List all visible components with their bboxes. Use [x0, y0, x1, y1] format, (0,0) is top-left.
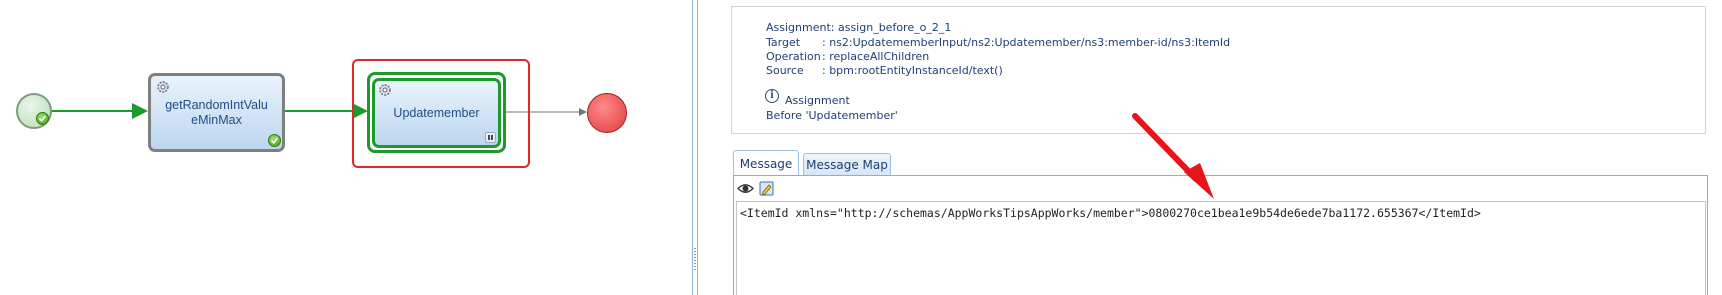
check-icon	[36, 112, 49, 125]
task-label: Updatemember	[393, 105, 480, 120]
edit-icon[interactable]	[758, 180, 775, 197]
splitter-grip[interactable]	[694, 248, 696, 270]
assignment-row: Assignment: assign_before_o_2_1	[766, 21, 952, 34]
start-event[interactable]	[16, 93, 52, 129]
message-panel: <ItemId xmlns="http://schemas/AppWorksTi…	[733, 175, 1708, 295]
message-editor[interactable]: <ItemId xmlns="http://schemas/AppWorksTi…	[736, 201, 1706, 295]
gear-icon	[379, 84, 391, 96]
end-event[interactable]	[587, 93, 627, 133]
task-updatemember[interactable]: Updatemember	[372, 78, 501, 148]
gear-icon	[157, 81, 169, 93]
info-icon: i	[765, 89, 779, 103]
tab-message-map[interactable]: Message Map	[803, 153, 891, 175]
message-toolbar	[734, 176, 1707, 200]
panel-splitter[interactable]	[692, 0, 698, 295]
eye-icon[interactable]	[737, 180, 754, 197]
task-label: getRandomIntValu eMinMax	[165, 97, 268, 127]
pause-icon[interactable]	[485, 132, 496, 143]
info-subtitle: Before 'Updatemember'	[766, 109, 898, 122]
operation-row: Operation: replaceAllChildren	[766, 50, 930, 63]
info-title: Assignment	[785, 94, 850, 107]
process-canvas: getRandomIntValu eMinMax Updatemember	[0, 0, 692, 295]
task-getrandomintvalueminmax[interactable]: getRandomIntValu eMinMax	[148, 73, 285, 152]
target-row: Target: ns2:UpdatememberInput/ns2:Update…	[766, 36, 1231, 49]
sequence-flows	[52, 103, 587, 119]
check-icon	[268, 134, 281, 147]
source-row: Source: bpm:rootEntityInstanceId/text()	[766, 64, 1003, 77]
assignment-details: Assignment: assign_before_o_2_1 Target: …	[731, 6, 1706, 134]
tab-message[interactable]: Message	[733, 150, 799, 176]
